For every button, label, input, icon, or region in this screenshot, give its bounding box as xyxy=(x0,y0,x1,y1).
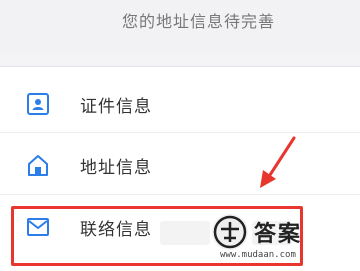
watermark: 答案 www.mudaan.com xyxy=(204,214,356,262)
arrow-annotation-icon xyxy=(250,134,302,192)
menu-item-label: 证件信息 xyxy=(80,97,152,117)
menu-item-address-info[interactable]: 地址信息 xyxy=(0,134,360,194)
menu-item-label: 地址信息 xyxy=(80,158,152,178)
watermark-logo-icon xyxy=(212,214,248,250)
home-icon xyxy=(26,154,50,176)
id-card-icon xyxy=(26,93,50,115)
watermark-url: www.mudaan.com xyxy=(220,250,296,260)
menu-item-id-info[interactable]: 证件信息 xyxy=(0,73,360,133)
divider xyxy=(0,132,360,133)
banner-text: 您的地址信息待完善 xyxy=(122,12,276,31)
divider xyxy=(0,194,360,195)
watermark-title: 答案 xyxy=(254,222,303,247)
pending-info-banner: 您的地址信息待完善 xyxy=(0,0,360,52)
